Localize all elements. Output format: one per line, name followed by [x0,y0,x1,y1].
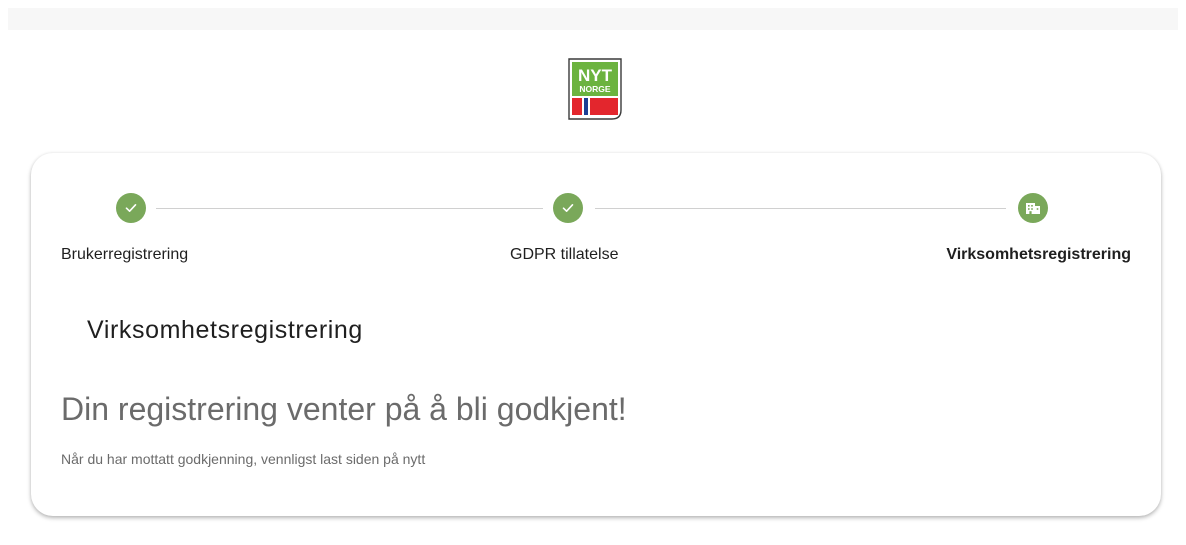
top-band [8,8,1178,30]
pending-approval-heading: Din registrering venter på å bli godkjen… [61,391,627,427]
step-label-gdpr: GDPR tillatelse [510,246,619,263]
section-title: Virksomhetsregistrering [87,316,363,344]
svg-text:NYT: NYT [578,66,613,85]
step-2-circle [553,193,583,223]
registration-card: Brukerregistrering GDPR tillatelse Virks… [31,153,1161,516]
step-label-brukerregistrering: Brukerregistrering [61,246,189,263]
business-icon [1026,203,1040,214]
step-label-virksomhetsregistrering: Virksomhetsregistrering [946,246,1131,263]
nyt-norge-logo: NYT NORGE [568,58,622,120]
step-1-circle [116,193,146,223]
stepper: Brukerregistrering GDPR tillatelse Virks… [31,153,1161,273]
check-icon [562,204,574,212]
step-3-circle [1018,193,1048,223]
step-connector [595,208,1006,209]
check-icon [125,204,137,212]
svg-text:NORGE: NORGE [579,84,611,94]
page: NYT NORGE Brukerregistrering GDPR tillat… [0,0,1186,545]
reload-instruction-text: Når du har mottatt godkjenning, vennligs… [61,451,426,467]
step-connector [156,208,543,209]
